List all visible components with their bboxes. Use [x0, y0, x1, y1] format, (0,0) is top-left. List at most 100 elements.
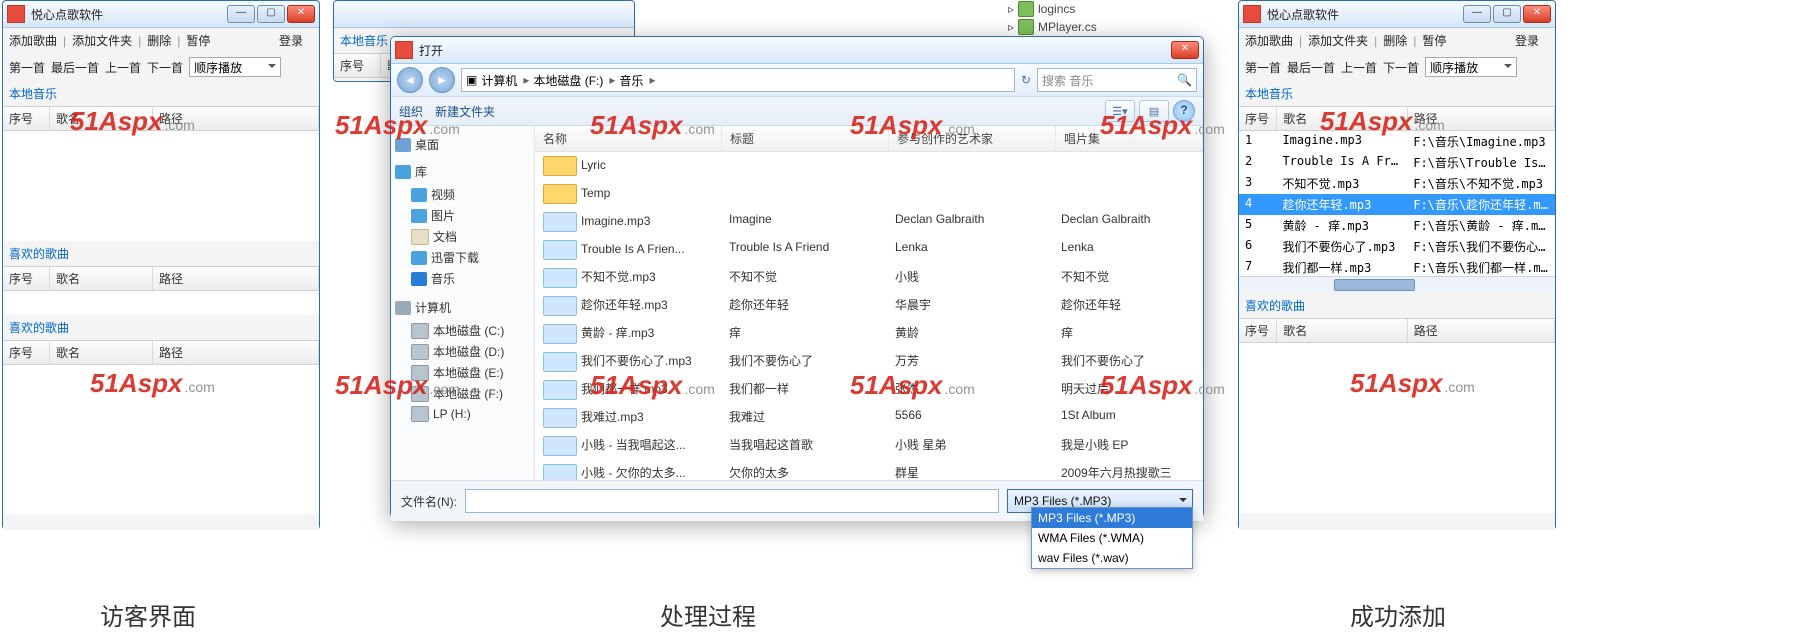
caption-mid: 处理过程 [660, 597, 756, 632]
first-button[interactable]: 第一首 [9, 59, 45, 76]
sidebar-lib-item[interactable]: 图片 [395, 205, 530, 226]
pause-button[interactable]: 暂停 [186, 32, 210, 49]
play-mode-select[interactable]: 顺序播放 [1425, 57, 1517, 77]
minimize-button[interactable]: — [1463, 5, 1491, 23]
file-list[interactable]: 名称 标题 参与创作的艺术家 唱片集 LyricTempImagine.mp3I… [535, 126, 1203, 480]
sidebar-libraries[interactable]: 库 [395, 163, 530, 180]
maximize-button[interactable]: ▢ [1493, 5, 1521, 23]
caption-left: 访客界面 [100, 597, 196, 632]
playlist-row[interactable]: 7我们都一样.mp3F:\音乐\我们都一样.mp3 [1239, 257, 1555, 276]
add-folder-button[interactable]: 添加文件夹 [1308, 32, 1368, 49]
filetype-option[interactable]: wav Files (*.wav) [1032, 548, 1192, 568]
file-row[interactable]: Lyric [535, 152, 1203, 180]
caption-right: 成功添加 [1350, 597, 1446, 632]
file-row[interactable]: 我难过.mp3我难过55661St Album [535, 404, 1203, 432]
sidebar-drive-item[interactable]: 本地磁盘 (D:) [395, 341, 530, 362]
sidebar-drive-item[interactable]: 本地磁盘 (C:) [395, 320, 530, 341]
add-folder-button[interactable]: 添加文件夹 [72, 32, 132, 49]
horizontal-scrollbar[interactable] [1239, 276, 1555, 293]
fav-list-1[interactable] [3, 291, 319, 315]
prev-button[interactable]: 上一首 [105, 59, 141, 76]
fav-list-header-2: 序号 歌名 路径 [3, 340, 319, 365]
playlist-row[interactable]: 3不知不觉.mp3F:\音乐\不知不觉.mp3 [1239, 173, 1555, 194]
delete-button[interactable]: 删除 [1383, 32, 1407, 49]
filetype-option[interactable]: MP3 Files (*.MP3) [1032, 508, 1192, 528]
file-row[interactable]: 趁你还年轻.mp3趁你还年轻华晨宇趁你还年轻 [535, 292, 1203, 320]
playlist-row[interactable]: 4趁你还年轻.mp3F:\音乐\趁你还年轻.mp3 [1239, 194, 1555, 215]
close-button[interactable]: ✕ [287, 5, 315, 23]
pause-button[interactable]: 暂停 [1422, 32, 1446, 49]
cs-file-icon [1018, 19, 1034, 35]
playlist-row[interactable]: 2Trouble Is A Fr...F:\音乐\Trouble Is A Fr… [1239, 152, 1555, 173]
fav-label-1: 喜欢的歌曲 [3, 241, 319, 266]
next-button[interactable]: 下一首 [1383, 59, 1419, 76]
maximize-button[interactable]: ▢ [257, 5, 285, 23]
local-list-header: 序号 歌名 路径 [1239, 106, 1555, 131]
local-list[interactable]: 1Imagine.mp3F:\音乐\Imagine.mp32Trouble Is… [1239, 131, 1555, 276]
new-folder-button[interactable]: 新建文件夹 [435, 103, 495, 120]
preview-pane-button[interactable]: ▤ [1139, 100, 1169, 122]
add-song-button[interactable]: 添加歌曲 [1245, 32, 1293, 49]
filename-label: 文件名(N): [401, 493, 457, 510]
refresh-icon[interactable]: ↻ [1021, 73, 1031, 87]
fav-list-header: 序号 歌名 路径 [1239, 318, 1555, 343]
prev-button[interactable]: 上一首 [1341, 59, 1377, 76]
fav-list[interactable] [1239, 343, 1555, 513]
login-button[interactable]: 登录 [1515, 32, 1539, 49]
playlist-row[interactable]: 6我们不要伤心了.mp3F:\音乐\我们不要伤心了.mp3 [1239, 236, 1555, 257]
filetype-dropdown-list[interactable]: MP3 Files (*.MP3) WMA Files (*.WMA) wav … [1031, 507, 1193, 569]
sidebar-desktop[interactable]: 桌面 [395, 136, 530, 153]
fav-label: 喜欢的歌曲 [1239, 293, 1555, 318]
file-row[interactable]: 我们不要伤心了.mp3我们不要伤心了万芳我们不要伤心了 [535, 348, 1203, 376]
file-row[interactable]: Temp [535, 180, 1203, 208]
delete-button[interactable]: 删除 [147, 32, 171, 49]
local-music-label: 本地音乐 [1239, 81, 1555, 106]
search-input[interactable]: 搜索 音乐🔍 [1037, 68, 1197, 92]
nav-forward-button[interactable]: ► [429, 67, 455, 93]
file-row[interactable]: 我们都一样.mp3我们都一样张杰明天过后 [535, 376, 1203, 404]
filetype-option[interactable]: WMA Files (*.WMA) [1032, 528, 1192, 548]
app-icon [7, 5, 25, 23]
sidebar-drive-item[interactable]: LP (H:) [395, 404, 530, 424]
fav-list-2[interactable] [3, 365, 319, 515]
file-row[interactable]: 小贱 - 欠你的太多...欠你的太多群星2009年六月热搜歌三 [535, 460, 1203, 480]
file-row[interactable]: 黄龄 - 痒.mp3痒黄龄痒 [535, 320, 1203, 348]
sidebar-drive-item[interactable]: 本地磁盘 (F:) [395, 383, 530, 404]
first-button[interactable]: 第一首 [1245, 59, 1281, 76]
help-button[interactable]: ? [1173, 100, 1195, 122]
organize-button[interactable]: 组织 [399, 103, 423, 120]
dialog-title: 打开 [419, 42, 1171, 59]
next-button[interactable]: 下一首 [147, 59, 183, 76]
file-row[interactable]: Imagine.mp3ImagineDeclan GalbraithDeclan… [535, 208, 1203, 236]
sidebar-drive-item[interactable]: 本地磁盘 (E:) [395, 362, 530, 383]
file-row[interactable]: 小贱 - 当我唱起这...当我唱起这首歌小贱 星弟我是小贱 EP [535, 432, 1203, 460]
last-button[interactable]: 最后一首 [51, 59, 99, 76]
play-mode-select[interactable]: 顺序播放 [189, 57, 281, 77]
close-button[interactable]: ✕ [1523, 5, 1551, 23]
nav-back-button[interactable]: ◄ [397, 67, 423, 93]
login-button[interactable]: 登录 [279, 32, 303, 49]
sidebar-lib-item[interactable]: 音乐 [395, 268, 530, 289]
add-song-button[interactable]: 添加歌曲 [9, 32, 57, 49]
fav-label-2: 喜欢的歌曲 [3, 315, 319, 340]
local-list[interactable] [3, 131, 319, 241]
dialog-close-button[interactable]: ✕ [1171, 41, 1199, 59]
sidebar-computer[interactable]: 计算机 [395, 299, 530, 316]
sidebar-lib-item[interactable]: 文档 [395, 226, 530, 247]
local-music-label: 本地音乐 [3, 81, 319, 106]
cs-file-icon [1018, 1, 1034, 17]
sidebar-lib-item[interactable]: 视频 [395, 184, 530, 205]
window-title: 悦心点歌软件 [31, 6, 227, 23]
file-row[interactable]: 不知不觉.mp3不知不觉小贱不知不觉 [535, 264, 1203, 292]
sidebar-lib-item[interactable]: 迅雷下载 [395, 247, 530, 268]
view-mode-button[interactable]: ☰▾ [1105, 100, 1135, 122]
file-row[interactable]: Trouble Is A Frien...Trouble Is A Friend… [535, 236, 1203, 264]
local-list-header: 序号 歌名 路径 [3, 106, 319, 131]
last-button[interactable]: 最后一首 [1287, 59, 1335, 76]
filename-input[interactable] [465, 489, 999, 513]
player-window-visitor: 悦心点歌软件 — ▢ ✕ 添加歌曲| 添加文件夹| 删除| 暂停 登录 第一首 … [2, 0, 320, 530]
playlist-row[interactable]: 5黄龄 - 痒.mp3F:\音乐\黄龄 - 痒.mp3 [1239, 215, 1555, 236]
minimize-button[interactable]: — [227, 5, 255, 23]
playlist-row[interactable]: 1Imagine.mp3F:\音乐\Imagine.mp3 [1239, 131, 1555, 152]
breadcrumb[interactable]: ▣ 计算机 本地磁盘 (F:) 音乐 [461, 68, 1015, 92]
